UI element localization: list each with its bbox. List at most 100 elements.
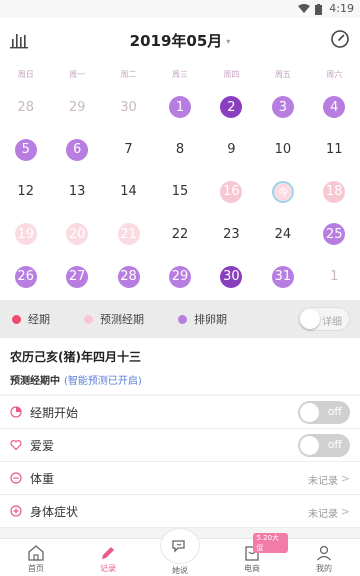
calendar-cell[interactable]: 今	[257, 171, 308, 213]
calendar-cell[interactable]: 8	[154, 128, 205, 170]
predict-label: 预测经期中	[10, 376, 60, 387]
calendar-cell[interactable]: 25	[309, 213, 360, 255]
day-number: 14	[120, 184, 137, 200]
tab-record[interactable]: 记录	[72, 539, 144, 576]
month-title: 2019年05月	[129, 32, 223, 50]
tab-mine[interactable]: 我的	[288, 539, 360, 576]
day-number: 20	[66, 223, 89, 246]
day-number: 28	[117, 265, 140, 288]
day-number: 4	[323, 96, 346, 119]
weekday-label: 周四	[223, 69, 240, 79]
calendar-cell[interactable]: 11	[309, 128, 360, 170]
calendar-cell[interactable]: 16	[206, 171, 257, 213]
day-number: 1	[330, 269, 339, 285]
legend-predicted-label: 预测经期	[100, 313, 144, 326]
day-number: 31	[271, 265, 294, 288]
record-list: 经期开始 off 爱爱 off 体重 未记录 > 身体症状 未记录 >	[0, 396, 360, 528]
weekday-label: 周三	[171, 69, 188, 79]
row-weight[interactable]: 体重 未记录 >	[0, 462, 360, 495]
predicted-dot-icon	[84, 314, 93, 324]
legend-period: 经期	[12, 311, 50, 327]
legend: 经期 预测经期 排卵期 详细	[0, 300, 360, 338]
calendar-cell[interactable]: 13	[51, 171, 102, 213]
period-start-switch[interactable]: off	[298, 401, 350, 424]
day-number: 11	[325, 142, 343, 158]
calendar-cell[interactable]: 22	[154, 213, 205, 255]
day-number: 23	[223, 226, 240, 242]
day-number: 25	[323, 223, 346, 246]
tab-home[interactable]: 首页	[0, 539, 72, 576]
switch-knob	[300, 403, 319, 422]
row-label: 体重	[30, 471, 55, 486]
day-number: 29	[68, 99, 86, 115]
tab-label: 她说	[172, 566, 188, 575]
calendar-cell[interactable]: 3	[257, 86, 308, 128]
calendar-cell[interactable]: 31	[257, 256, 308, 298]
calendar-cell[interactable]: 14	[103, 171, 154, 213]
tab-talk[interactable]: 她说	[144, 528, 216, 576]
status-bar: 4:19	[0, 0, 360, 18]
day-number: 13	[68, 184, 86, 200]
period-dot-icon	[12, 314, 21, 324]
predict-status: 预测经期中 (智能预测已开启)	[10, 372, 350, 387]
user-icon	[317, 545, 331, 561]
calendar-cell[interactable]: 30	[206, 256, 257, 298]
calendar-cell[interactable]: 9	[206, 128, 257, 170]
calendar-cell[interactable]: 2	[206, 86, 257, 128]
chevron-right-icon: >	[340, 472, 350, 485]
switch-label: off	[327, 405, 342, 418]
detail-toggle[interactable]: 详细	[298, 307, 350, 331]
calendar-cell[interactable]: 4	[309, 86, 360, 128]
calendar-cell[interactable]: 29	[51, 86, 102, 128]
day-number: 22	[171, 226, 189, 242]
calendar-cell[interactable]: 18	[309, 171, 360, 213]
compass-icon[interactable]	[330, 29, 350, 49]
switch-label: off	[327, 438, 342, 451]
calendar-cell[interactable]: 26	[0, 256, 51, 298]
row-value: 未记录	[308, 509, 338, 520]
day-number: 18	[323, 180, 346, 203]
calendar-cell[interactable]: 28	[103, 256, 154, 298]
calendar-cell[interactable]: 21	[103, 213, 154, 255]
calendar-cell[interactable]: 10	[257, 128, 308, 170]
day-number: 28	[17, 99, 34, 115]
day-number: 30	[120, 99, 137, 115]
calendar-cell[interactable]: 24	[257, 213, 308, 255]
calendar-cell[interactable]: 29	[154, 256, 205, 298]
tab-label: 记录	[100, 564, 116, 573]
smart-predict-link[interactable]: (智能预测已开启)	[64, 376, 142, 387]
home-icon	[28, 545, 44, 561]
weekday-label: 周日	[17, 69, 34, 79]
calendar-cell[interactable]: 7	[103, 128, 154, 170]
day-number: 16	[220, 180, 243, 203]
row-value: 未记录	[308, 476, 338, 487]
calendar: 周日 周一 周二 周三 周四 周五 周六 28 29 30 1 2 3 4 5 6 7 8 9 10 11…	[0, 62, 360, 300]
calendar-cell[interactable]: 23	[206, 213, 257, 255]
month-selector[interactable]: 2019年05月 ▾	[0, 30, 360, 51]
day-number: 29	[168, 265, 191, 288]
calendar-cell[interactable]: 28	[0, 86, 51, 128]
calendar-cell[interactable]: 5	[0, 128, 51, 170]
calendar-cell[interactable]: 1	[309, 256, 360, 298]
header: 2019年05月 ▾	[0, 18, 360, 62]
love-switch[interactable]: off	[298, 434, 350, 457]
tab-shop[interactable]: 5.20大促 电商	[216, 533, 288, 576]
calendar-cell[interactable]: 27	[51, 256, 102, 298]
calendar-cell[interactable]: 12	[0, 171, 51, 213]
day-number: 7	[124, 142, 133, 158]
legend-period-label: 经期	[28, 313, 50, 326]
calendar-cell[interactable]: 15	[154, 171, 205, 213]
calendar-cell[interactable]: 30	[103, 86, 154, 128]
tab-label: 我的	[316, 564, 332, 573]
chevron-down-icon: ▾	[226, 37, 231, 46]
calendar-cell[interactable]: 20	[51, 213, 102, 255]
switch-knob	[300, 436, 319, 455]
row-symptoms[interactable]: 身体症状 未记录 >	[0, 495, 360, 528]
calendar-cell[interactable]: 6	[51, 128, 102, 170]
calendar-cell[interactable]: 19	[0, 213, 51, 255]
day-number: 15	[171, 184, 189, 200]
calendar-cell[interactable]: 1	[154, 86, 205, 128]
day-number: 1	[168, 96, 191, 119]
symptoms-icon	[10, 505, 22, 517]
day-number: 26	[14, 265, 37, 288]
